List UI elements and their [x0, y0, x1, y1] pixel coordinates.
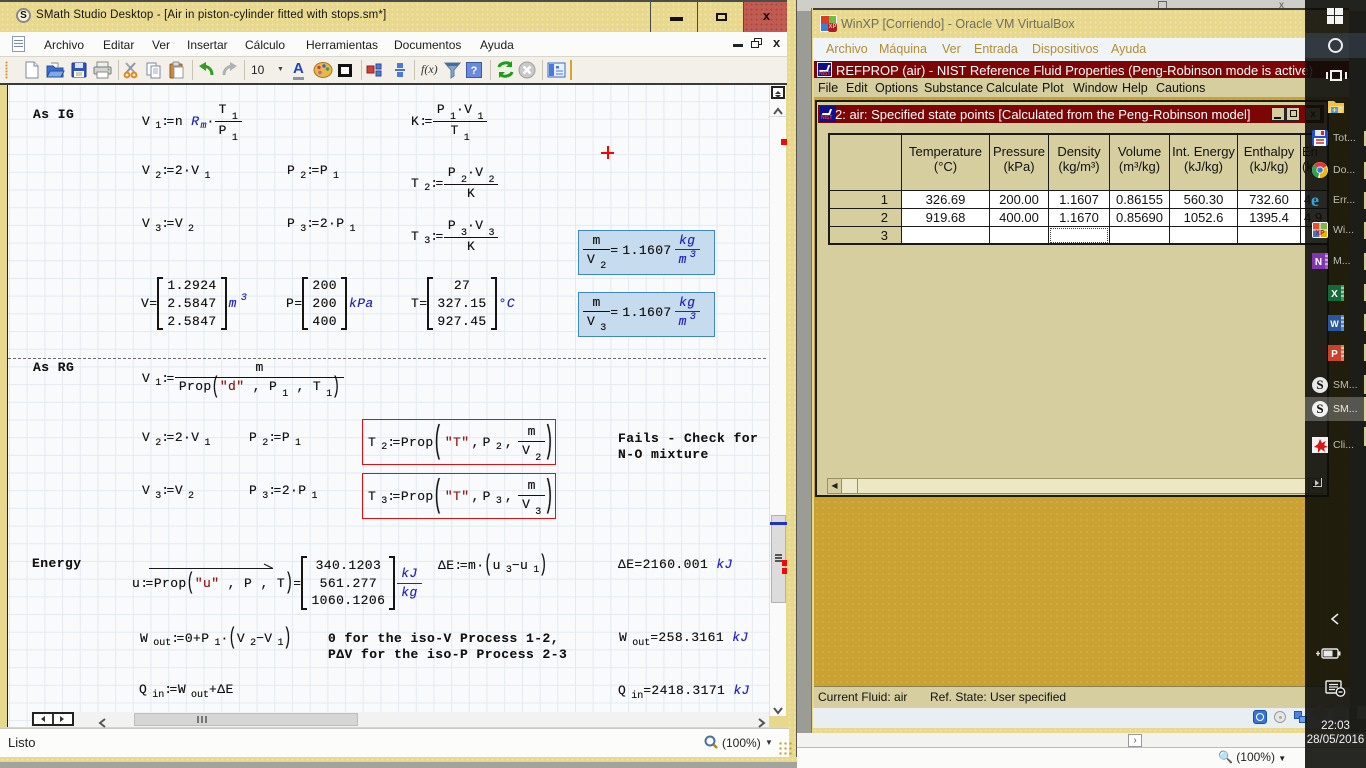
- svg-text:X: X: [1331, 289, 1338, 300]
- svg-text:P: P: [1331, 349, 1338, 360]
- svg-text:XP: XP: [1315, 230, 1325, 237]
- svg-text:N: N: [1315, 257, 1322, 268]
- svg-text:W: W: [1330, 319, 1339, 329]
